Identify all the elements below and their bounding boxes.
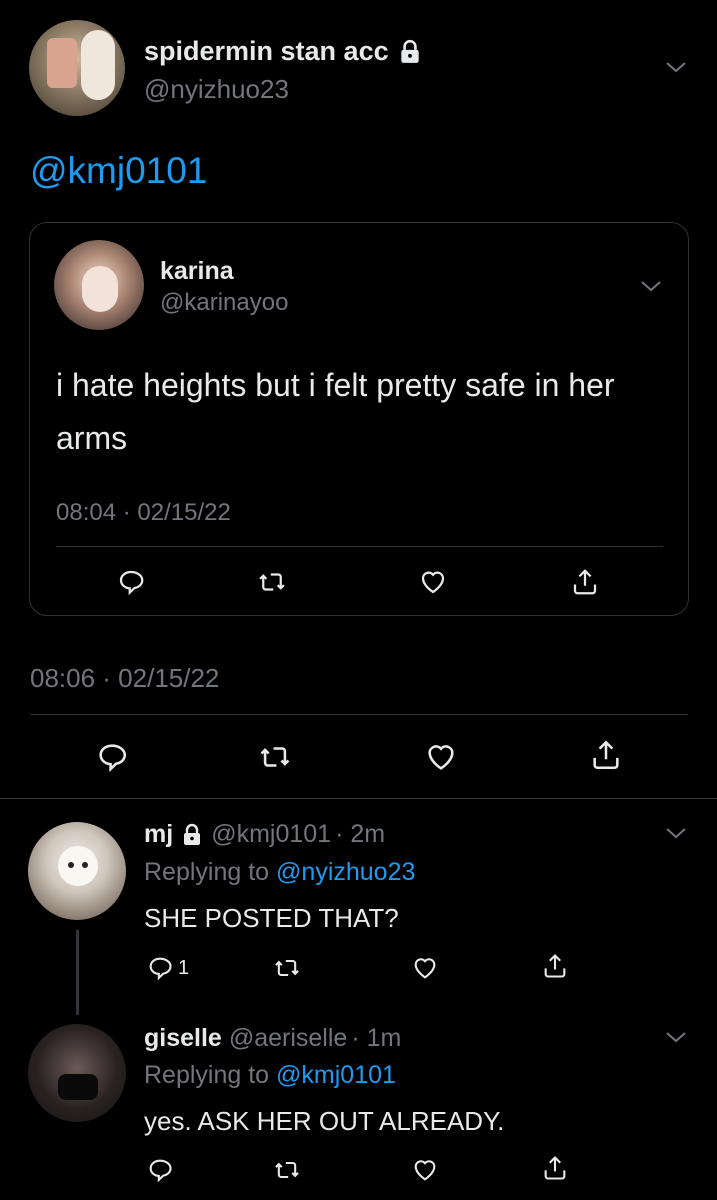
divider: [30, 714, 688, 715]
avatar-reply-1[interactable]: [28, 822, 126, 920]
reply-2-handle[interactable]: @aeriselle: [229, 1024, 347, 1053]
retweet-icon[interactable]: [257, 567, 287, 597]
avatar-quoted[interactable]: [54, 240, 144, 330]
share-icon[interactable]: [589, 738, 623, 772]
avatar-main[interactable]: [29, 20, 125, 116]
reply-icon[interactable]: [95, 740, 129, 774]
replying-to-link[interactable]: @nyizhuo23: [276, 858, 415, 886]
chevron-down-icon[interactable]: [665, 826, 687, 840]
replying-to-link[interactable]: @kmj0101: [276, 1061, 396, 1089]
reply-1-time: · 2m: [335, 820, 386, 848]
retweet-icon[interactable]: [273, 954, 301, 982]
retweet-icon[interactable]: [273, 1156, 301, 1184]
reply-2-text[interactable]: yes. ASK HER OUT ALREADY.: [144, 1106, 504, 1137]
main-handle[interactable]: @nyizhuo23: [144, 74, 289, 105]
share-icon[interactable]: [570, 567, 600, 597]
reply-1-text[interactable]: SHE POSTED THAT?: [144, 903, 399, 934]
reply-1-handle[interactable]: @kmj0101: [211, 820, 331, 849]
reply-2-display-name[interactable]: giselle: [144, 1024, 222, 1053]
reply-button[interactable]: 1: [146, 954, 189, 982]
main-timestamp: 08:06 · 02/15/22: [30, 663, 220, 693]
like-icon[interactable]: [411, 954, 439, 982]
chevron-down-icon[interactable]: [665, 1030, 687, 1044]
quoted-tweet-card[interactable]: karina @karinayoo i hate heights but i f…: [29, 222, 689, 616]
quoted-handle[interactable]: @karinayoo: [160, 289, 288, 317]
main-tweet-text[interactable]: @kmj0101: [30, 150, 207, 192]
retweet-icon[interactable]: [258, 740, 292, 774]
main-author[interactable]: spidermin stan acc: [144, 36, 423, 67]
reply-1-display-name[interactable]: mj: [144, 820, 173, 849]
section-divider: [0, 798, 717, 799]
reply-1-header: mj @kmj0101 · 2m: [144, 820, 385, 849]
divider: [56, 546, 663, 547]
reply-icon[interactable]: [116, 567, 146, 597]
quoted-timestamp: 08:04 · 02/15/22: [56, 499, 231, 526]
main-display-name[interactable]: spidermin stan acc: [144, 36, 389, 67]
lock-icon: [397, 39, 423, 65]
chevron-down-icon[interactable]: [640, 279, 662, 293]
replying-to-label: Replying to: [144, 1061, 270, 1089]
reply-2-header: giselle @aeriselle · 1m: [144, 1024, 401, 1053]
quoted-tweet-text[interactable]: i hate heights but i felt pretty safe in…: [56, 359, 646, 465]
reply-icon[interactable]: [146, 1156, 174, 1184]
reply-icon: [146, 954, 174, 982]
quoted-display-name[interactable]: karina: [160, 257, 234, 286]
like-icon[interactable]: [418, 567, 448, 597]
avatar-reply-2[interactable]: [28, 1024, 126, 1122]
like-icon[interactable]: [424, 740, 458, 774]
reply-1-replying-line: Replying to @nyizhuo23: [144, 858, 415, 887]
share-icon[interactable]: [541, 952, 569, 980]
chevron-down-icon[interactable]: [665, 60, 687, 74]
reply-2-replying-line: Replying to @kmj0101: [144, 1061, 396, 1090]
replying-to-label: Replying to: [144, 858, 270, 886]
share-icon[interactable]: [541, 1154, 569, 1182]
thread-line: [76, 930, 79, 1015]
like-icon[interactable]: [411, 1156, 439, 1184]
reply-2-time: · 1m: [351, 1024, 402, 1052]
lock-icon: [180, 823, 204, 847]
reply-count: 1: [178, 956, 190, 979]
